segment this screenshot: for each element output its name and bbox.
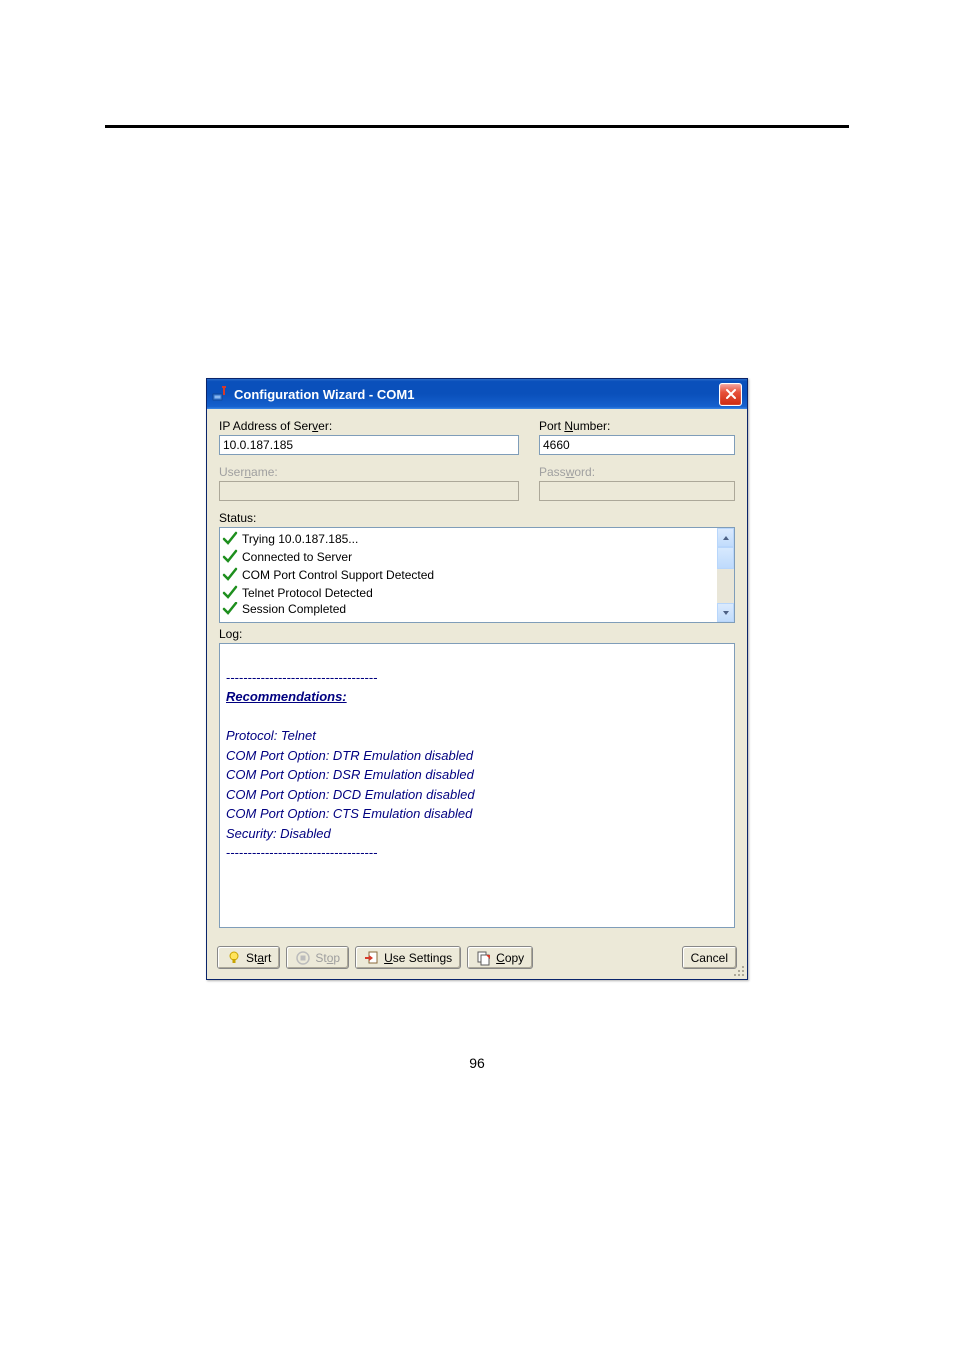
page-top-rule — [105, 125, 849, 128]
cancel-button[interactable]: Cancel — [682, 946, 737, 969]
close-button[interactable] — [719, 383, 742, 406]
lightbulb-icon — [226, 950, 242, 966]
log-line: COM Port Option: DCD Emulation disabled — [226, 785, 728, 805]
username-label: Username: — [219, 465, 519, 479]
copy-button[interactable]: Copy — [467, 946, 533, 969]
stop-icon — [295, 950, 311, 966]
username-input — [219, 481, 519, 501]
password-input — [539, 481, 735, 501]
status-item: Session Completed — [222, 602, 715, 616]
scroll-down-icon[interactable] — [717, 603, 734, 622]
copy-icon — [476, 950, 492, 966]
titlebar: Configuration Wizard - COM1 — [207, 379, 747, 409]
log-label: Log: — [219, 627, 735, 641]
check-icon — [222, 602, 238, 616]
resize-grip[interactable] — [732, 964, 746, 978]
status-item: Telnet Protocol Detected — [222, 584, 715, 602]
window-title: Configuration Wizard - COM1 — [234, 387, 719, 402]
document-arrow-icon — [364, 950, 380, 966]
log-line: COM Port Option: CTS Emulation disabled — [226, 804, 728, 824]
status-item: COM Port Control Support Detected — [222, 566, 715, 584]
button-bar: Start Stop Use Settings — [207, 938, 747, 979]
status-listbox[interactable]: Trying 10.0.187.185... Connected to Serv… — [219, 527, 735, 623]
check-icon — [222, 549, 238, 565]
window-content: IP Address of Server: Port Number: Usern… — [207, 409, 747, 938]
use-settings-button[interactable]: Use Settings — [355, 946, 461, 969]
status-item: Trying 10.0.187.185... — [222, 530, 715, 548]
recommendations-header: Recommendations: — [226, 687, 728, 707]
port-number-label: Port Number: — [539, 419, 735, 433]
scroll-thumb[interactable] — [717, 547, 734, 569]
check-icon — [222, 585, 238, 601]
start-button[interactable]: Start — [217, 946, 280, 969]
ip-address-label: IP Address of Server: — [219, 419, 519, 433]
stop-button: Stop — [286, 946, 349, 969]
password-label: Password: — [539, 465, 735, 479]
status-label: Status: — [219, 511, 735, 525]
app-icon — [212, 386, 228, 402]
log-line: Protocol: Telnet — [226, 726, 728, 746]
page-number: 96 — [0, 1055, 954, 1071]
port-number-input[interactable] — [539, 435, 735, 455]
log-line: Security: Disabled — [226, 824, 728, 844]
ip-address-input[interactable] — [219, 435, 519, 455]
log-textarea[interactable]: ----------------------------------- Reco… — [219, 643, 735, 928]
scroll-up-icon[interactable] — [717, 528, 734, 547]
status-item: Connected to Server — [222, 548, 715, 566]
log-line: COM Port Option: DTR Emulation disabled — [226, 746, 728, 766]
log-line: COM Port Option: DSR Emulation disabled — [226, 765, 728, 785]
check-icon — [222, 531, 238, 547]
status-scrollbar[interactable] — [717, 528, 734, 622]
check-icon — [222, 567, 238, 583]
scroll-track[interactable] — [717, 569, 734, 603]
config-wizard-window: Configuration Wizard - COM1 IP Address o… — [206, 378, 748, 980]
